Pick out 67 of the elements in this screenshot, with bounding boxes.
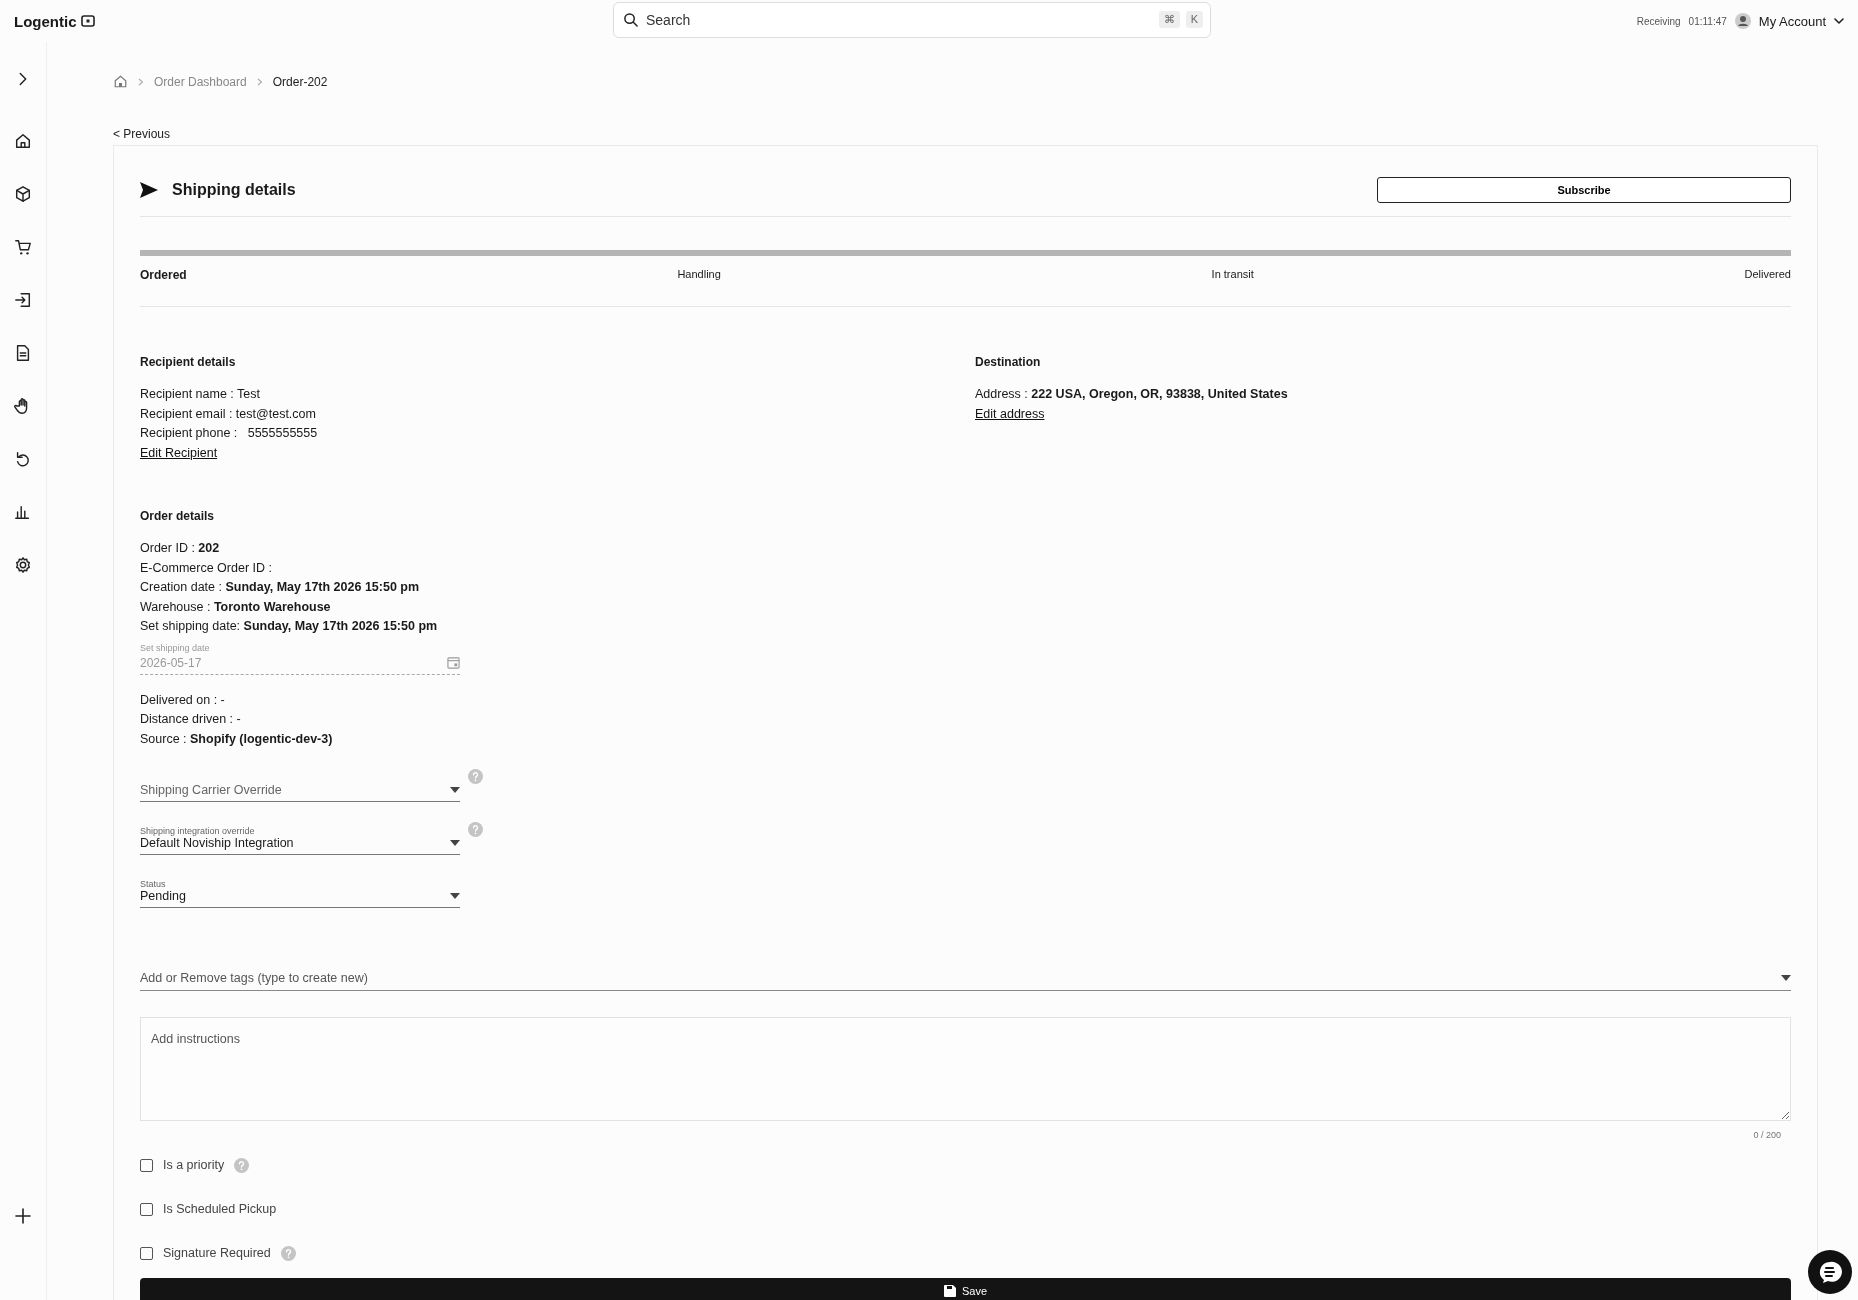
detail-text: E-Commerce Order ID : [140,559,273,577]
logo-icon [80,14,95,28]
chevron-right-icon [138,77,144,86]
bar-chart-icon[interactable] [14,503,32,521]
breadcrumb-link[interactable]: Order-202 [272,74,328,89]
progress-step: Handling [677,268,721,282]
tags-field[interactable]: Add or Remove tags (type to create new) [140,971,1791,991]
timer-text: 01:11:47 [1688,15,1727,27]
receiving-label: Receiving [1636,15,1681,27]
send-icon [140,182,158,198]
edit-link[interactable]: Edit Recipient [140,443,218,463]
detail-text: Address : 222 USA, Oregon, OR, 93838, United States [975,386,1289,403]
edit-link[interactable]: Edit address [975,404,1045,424]
checkbox-label: Signature Required [163,1246,271,1260]
detail-text: Creation date : Sunday, May 17th 2026 15:50 pm [140,579,421,596]
caret-icon [450,787,460,793]
plus-icon[interactable] [15,1208,31,1224]
search-icon [623,12,638,27]
checkbox[interactable] [140,1158,153,1172]
cart-icon[interactable] [14,238,32,256]
checkbox[interactable] [140,1246,153,1260]
undo-icon[interactable] [14,450,32,468]
save-button[interactable]: Save [140,1278,1791,1300]
document-icon[interactable] [14,344,32,362]
chat-bubble-icon [1818,1260,1842,1284]
detail-text: Order ID : 202 [140,540,221,557]
progress-step: Ordered [140,268,187,282]
caret-icon [450,840,460,846]
chevron-right-icon [256,77,263,86]
avatar-icon[interactable] [1734,13,1751,29]
detail-text: Source : Shopify (logentic-dev-3) [140,730,334,748]
chat-button[interactable] [1808,1250,1852,1294]
breadcrumb-link[interactable]: Order Dashboard [154,74,247,89]
shortcut-key: ⌘ [1158,11,1180,28]
box-icon[interactable] [14,185,32,203]
checkbox-label: Is a priority [163,1158,225,1172]
section-heading: Destination [975,355,1042,369]
subscribe-button[interactable]: Subscribe [1377,177,1791,203]
progress-step: Delivered [1744,268,1791,282]
logo-text: Logentic [14,12,77,30]
instructions-field[interactable]: Add instructions [140,1017,1791,1121]
caret-icon [450,893,460,899]
select-field[interactable]: Shipping integration override Default Noviship Integration [140,822,460,855]
previous-link[interactable]: < Previous [113,127,171,141]
progress-step: In transit [1211,268,1254,282]
detail-text: Set shipping date: Sunday, May 17th 2026 15:50 pm [140,618,439,635]
detail-text: Recipient name : Test [140,386,261,403]
select-field[interactable]: Shipping Carrier Override [140,769,460,802]
card-title: Shipping details [172,181,296,199]
caret-icon [1781,975,1791,981]
detail-text: Warehouse : Toronto Warehouse [140,598,332,616]
section-heading: Order details [140,509,216,523]
section-heading: Recipient details [140,355,237,369]
detail-text: Recipient phone : 5555555555 [140,425,319,442]
character-counter: 0 / 200 [1753,1130,1781,1140]
import-icon[interactable] [14,291,32,309]
detail-text: Recipient email : test@test.com [140,405,317,423]
detail-text: Distance driven : - [140,711,242,728]
select-field[interactable]: Status Pending [140,875,460,908]
settings-icon[interactable] [14,556,32,574]
floppy-icon [943,1285,956,1297]
chevron-down-icon [1834,18,1844,24]
home-icon[interactable] [14,132,32,150]
account-menu[interactable]: My Account [1758,13,1826,29]
detail-text: Delivered on : - [140,691,226,709]
checkbox-label: Is Scheduled Pickup [163,1202,277,1216]
checkbox[interactable] [140,1202,153,1216]
